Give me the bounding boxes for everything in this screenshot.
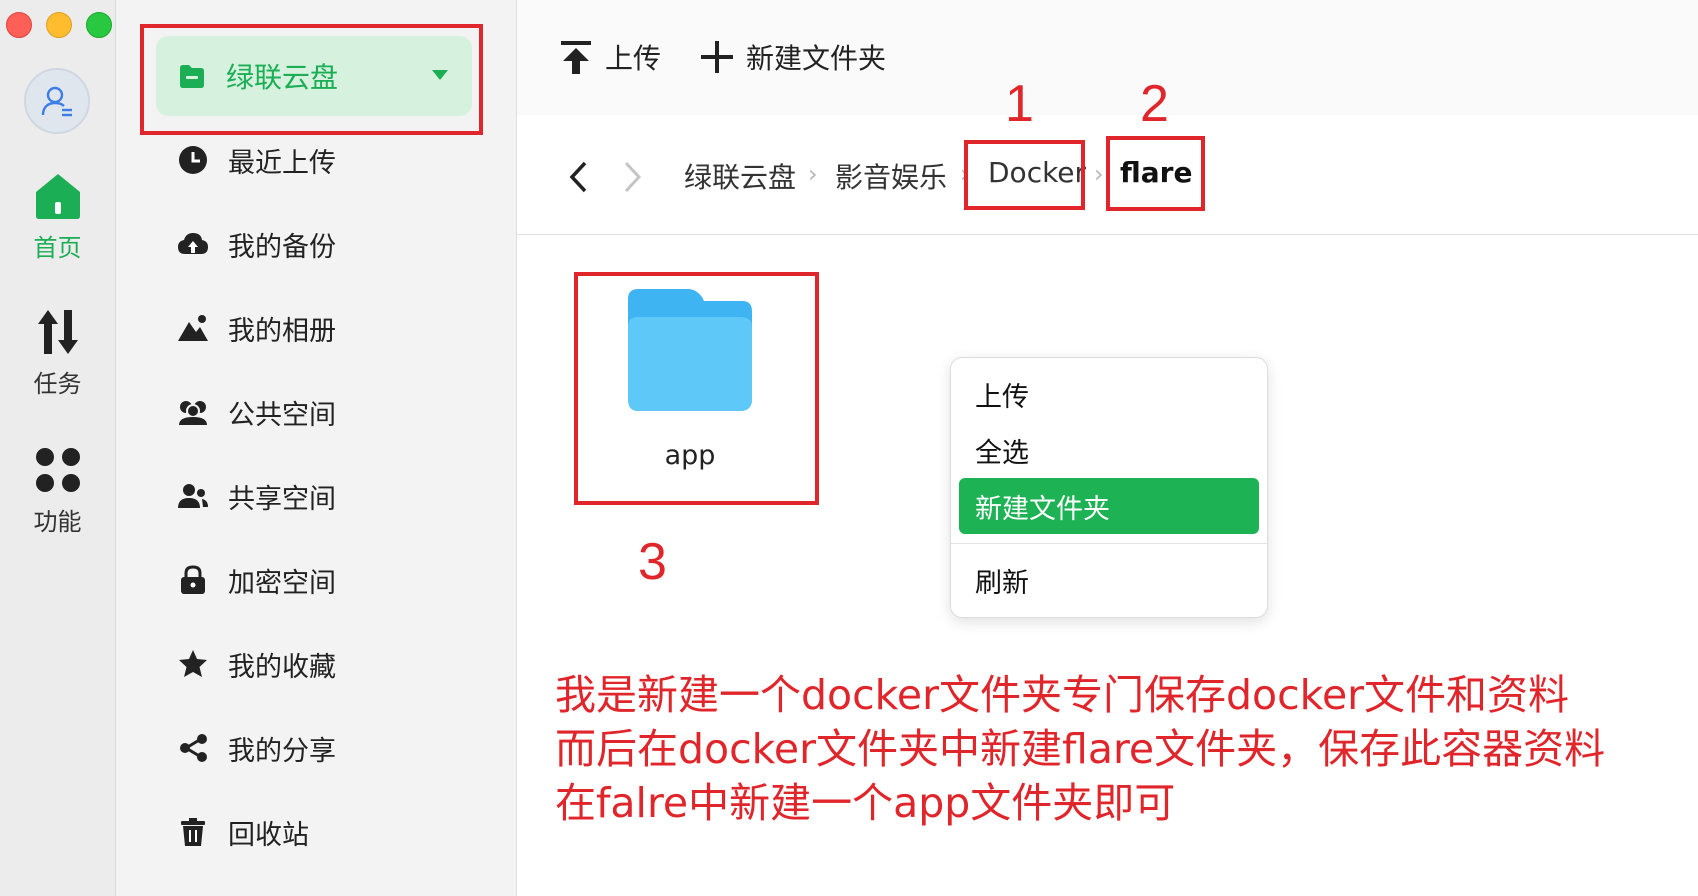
sidebar-item-encrypted-space[interactable]: 加密空间: [176, 552, 476, 608]
annotation-marker: 2: [1140, 75, 1169, 133]
forward-arrow-icon[interactable]: [622, 160, 644, 194]
upload-label: 上传: [605, 42, 662, 75]
upload-button[interactable]: 上传: [559, 32, 661, 82]
sidebar-item-label: 我的备份: [228, 231, 336, 263]
sidebar-item-label: 我的相册: [228, 315, 336, 347]
sidebar-item-shared-space[interactable]: 共享空间: [176, 468, 476, 524]
new-folder-label: 新建文件夹: [746, 42, 887, 75]
upload-icon: [561, 41, 591, 74]
user-icon: [41, 86, 72, 117]
context-menu: 上传 全选 新建文件夹 刷新: [950, 357, 1268, 618]
home-icon: [35, 174, 80, 219]
sidebar-item-label: 公共空间: [228, 399, 336, 431]
sidebar-item-trash[interactable]: 回收站: [176, 804, 476, 860]
sidebar-item-label: 加密空间: [228, 567, 336, 599]
window-minimize-button[interactable]: [46, 12, 72, 38]
sidebar-item-label: 最近上传: [228, 147, 336, 179]
clock-icon: [179, 146, 207, 174]
annotation-box-app: [574, 272, 819, 505]
annotation-marker: 1: [1005, 75, 1034, 133]
apps-grid-icon: [35, 448, 80, 492]
menu-item-new-folder[interactable]: 新建文件夹: [959, 478, 1259, 534]
rail-item-home[interactable]: 首页: [0, 172, 115, 263]
menu-item-select-all[interactable]: 全选: [959, 422, 1259, 478]
rail-item-label: 任务: [33, 370, 82, 398]
sidebar-item-label: 回收站: [228, 819, 309, 851]
rail-item-label: 功能: [33, 508, 82, 536]
new-folder-button[interactable]: 新建文件夹: [700, 32, 886, 82]
plus-icon: [701, 41, 733, 73]
menu-divider: [951, 543, 1267, 544]
share-icon: [180, 734, 207, 762]
cloud-backup-icon: [178, 233, 208, 254]
sidebar-item-recent-uploads[interactable]: 最近上传: [176, 132, 476, 188]
sidebar-item-label: 我的分享: [228, 735, 336, 767]
trash-icon: [181, 818, 205, 846]
breadcrumb-item[interactable]: 绿联云盘: [684, 156, 796, 196]
menu-item-refresh[interactable]: 刷新: [959, 552, 1259, 608]
rail-item-tasks[interactable]: 任务: [0, 308, 115, 399]
toolbar: 上传 新建文件夹: [517, 0, 1698, 115]
transfer-icon: [37, 310, 78, 354]
window-close-button[interactable]: [6, 12, 32, 38]
sidebar-item-my-shares[interactable]: 我的分享: [176, 720, 476, 776]
star-icon: [179, 650, 207, 677]
sidebar-item-label: 我的收藏: [228, 651, 336, 683]
note-line: 我是新建一个docker文件夹专门保存docker文件和资料: [555, 671, 1570, 719]
menu-item-upload[interactable]: 上传: [959, 366, 1259, 422]
sidebar-item-album[interactable]: 我的相册: [176, 300, 476, 356]
back-arrow-icon[interactable]: [567, 160, 589, 194]
sidebar-item-label: 共享空间: [228, 483, 336, 515]
sidebar-item-public-space[interactable]: 公共空间: [176, 384, 476, 440]
note-line: 在falre中新建一个app文件夹即可: [555, 779, 1176, 827]
sidebar-item-favorites[interactable]: 我的收藏: [176, 636, 476, 692]
breadcrumb-item[interactable]: 影音娱乐: [835, 156, 947, 196]
annotation-box-drive: [140, 24, 483, 135]
annotation-box-flare: [1106, 136, 1205, 211]
sidebar-item-backup[interactable]: 我的备份: [176, 216, 476, 272]
group-icon: [179, 401, 207, 425]
chevron-right-icon: ›: [808, 160, 818, 188]
window-zoom-button[interactable]: [86, 12, 112, 38]
annotation-box-docker: [964, 140, 1085, 210]
note-line: 而后在docker文件夹中新建flare文件夹，保存此容器资料: [555, 725, 1606, 773]
rail-item-label: 首页: [33, 234, 82, 262]
avatar[interactable]: [24, 68, 90, 134]
share-users-icon: [178, 484, 208, 508]
lock-icon: [181, 565, 205, 594]
annotation-marker: 3: [638, 533, 667, 591]
rail-item-features[interactable]: 功能: [0, 446, 115, 537]
photo-icon: [178, 315, 208, 341]
annotation-note: 我是新建一个docker文件夹专门保存docker文件和资料 而后在docker…: [555, 668, 1685, 830]
chevron-right-icon: ›: [1094, 160, 1104, 188]
app-rail: 首页 任务 功能: [0, 0, 116, 896]
